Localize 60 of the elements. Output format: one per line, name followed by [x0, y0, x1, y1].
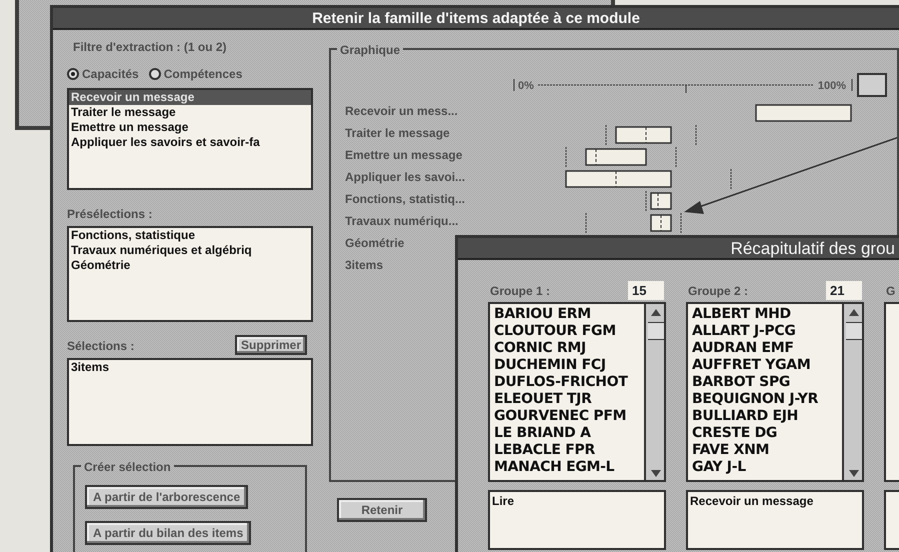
list-item[interactable]: ALBERT MHD [690, 306, 842, 323]
scrollbar[interactable] [842, 304, 862, 480]
create-button[interactable]: A partir de l'arborescence [85, 485, 248, 509]
row-label: 3items [345, 257, 384, 274]
row-label: Traiter le message [345, 125, 451, 142]
row-label: Fonctions, statistiq... [345, 191, 466, 208]
row-label: Emettre un message [345, 147, 464, 164]
list-item[interactable]: Géométrie [69, 258, 311, 273]
create-button[interactable]: A partir du bilan des items [85, 521, 252, 545]
list-item[interactable]: Fonctions, statistique [69, 228, 311, 243]
list-item[interactable]: Recevoir un message [69, 90, 311, 105]
scrollbar[interactable] [644, 304, 664, 480]
list-item[interactable]: GAY J-L [690, 459, 842, 476]
scroll-thumb[interactable] [648, 322, 664, 340]
list-item[interactable]: AUFFRET YGAM [690, 357, 842, 374]
list-item[interactable]: CLOUTOUR FGM [492, 323, 644, 340]
row-label: Appliquer les savoi... [345, 169, 466, 186]
axis-label: 0% [518, 80, 534, 92]
list-item[interactable]: Traiter le message [69, 105, 311, 120]
row-label: Recevoir un mess... [345, 103, 459, 120]
list-item[interactable]: Appliquer les savoirs et savoir-fa [69, 135, 311, 150]
dialog-title: Récapitulatif des grou [458, 238, 899, 260]
list-item[interactable]: DUFLOS-FRICHOT [492, 374, 644, 391]
list-item[interactable]: AUDRAN EMF [690, 340, 842, 357]
detail-box: Recevoir un message [686, 490, 864, 550]
detail-box: Lire [488, 490, 666, 550]
group-label: Groupe 2 : [688, 283, 748, 300]
retain-button[interactable]: Retenir [337, 498, 427, 522]
dialog-title: Retenir la famille d'items adaptée à ce module [53, 8, 899, 30]
filter-label: Filtre d'extraction : (1 ou 2) [73, 39, 228, 56]
member-count: 15 [628, 280, 664, 300]
row-label: Travaux numériqu... [345, 213, 460, 230]
list-item[interactable]: BARIOU ERM [492, 306, 644, 323]
list-item[interactable]: CRESTE DG [690, 425, 842, 442]
list-item[interactable]: ELEOUET TJR [492, 391, 644, 408]
row-label: Géométrie [345, 235, 406, 252]
list-item[interactable]: BARBOT SPG [690, 374, 842, 391]
list-item[interactable]: Emettre un message [69, 120, 311, 135]
list-item[interactable]: BULLIARD EJH [690, 408, 842, 425]
preselections-label: Présélections : [67, 206, 154, 223]
list-item[interactable]: MANACH EGM-L [492, 459, 644, 476]
chart-button[interactable] [857, 73, 888, 97]
list-item[interactable]: DUCHEMIN FCJ [492, 357, 644, 374]
member-count: 21 [826, 280, 862, 300]
list-item[interactable]: ALLART J-PCG [690, 323, 842, 340]
scroll-thumb[interactable] [846, 322, 862, 340]
list-item[interactable]: CORNIC RMJ [492, 340, 644, 357]
graph-label: Graphique [337, 41, 404, 59]
list-item[interactable]: LE BRIAND A [492, 425, 644, 442]
list-item[interactable]: 3items [69, 360, 311, 375]
selections-label: Sélections : [67, 338, 134, 355]
group-label: Groupe 1 : [490, 283, 550, 300]
list-item[interactable]: LEBACLE FPR [492, 442, 644, 459]
delete-button[interactable]: Supprimer [234, 335, 307, 355]
list-item[interactable]: GOURVENEC PFM [492, 408, 644, 425]
axis-label: 100% [818, 80, 846, 92]
list-item[interactable]: BEQUIGNON J-YR [690, 391, 842, 408]
list-item[interactable]: Travaux numériques et algébriq [69, 243, 311, 258]
group-label: G [886, 283, 896, 300]
list-item[interactable]: FAVE XNM [690, 442, 842, 459]
